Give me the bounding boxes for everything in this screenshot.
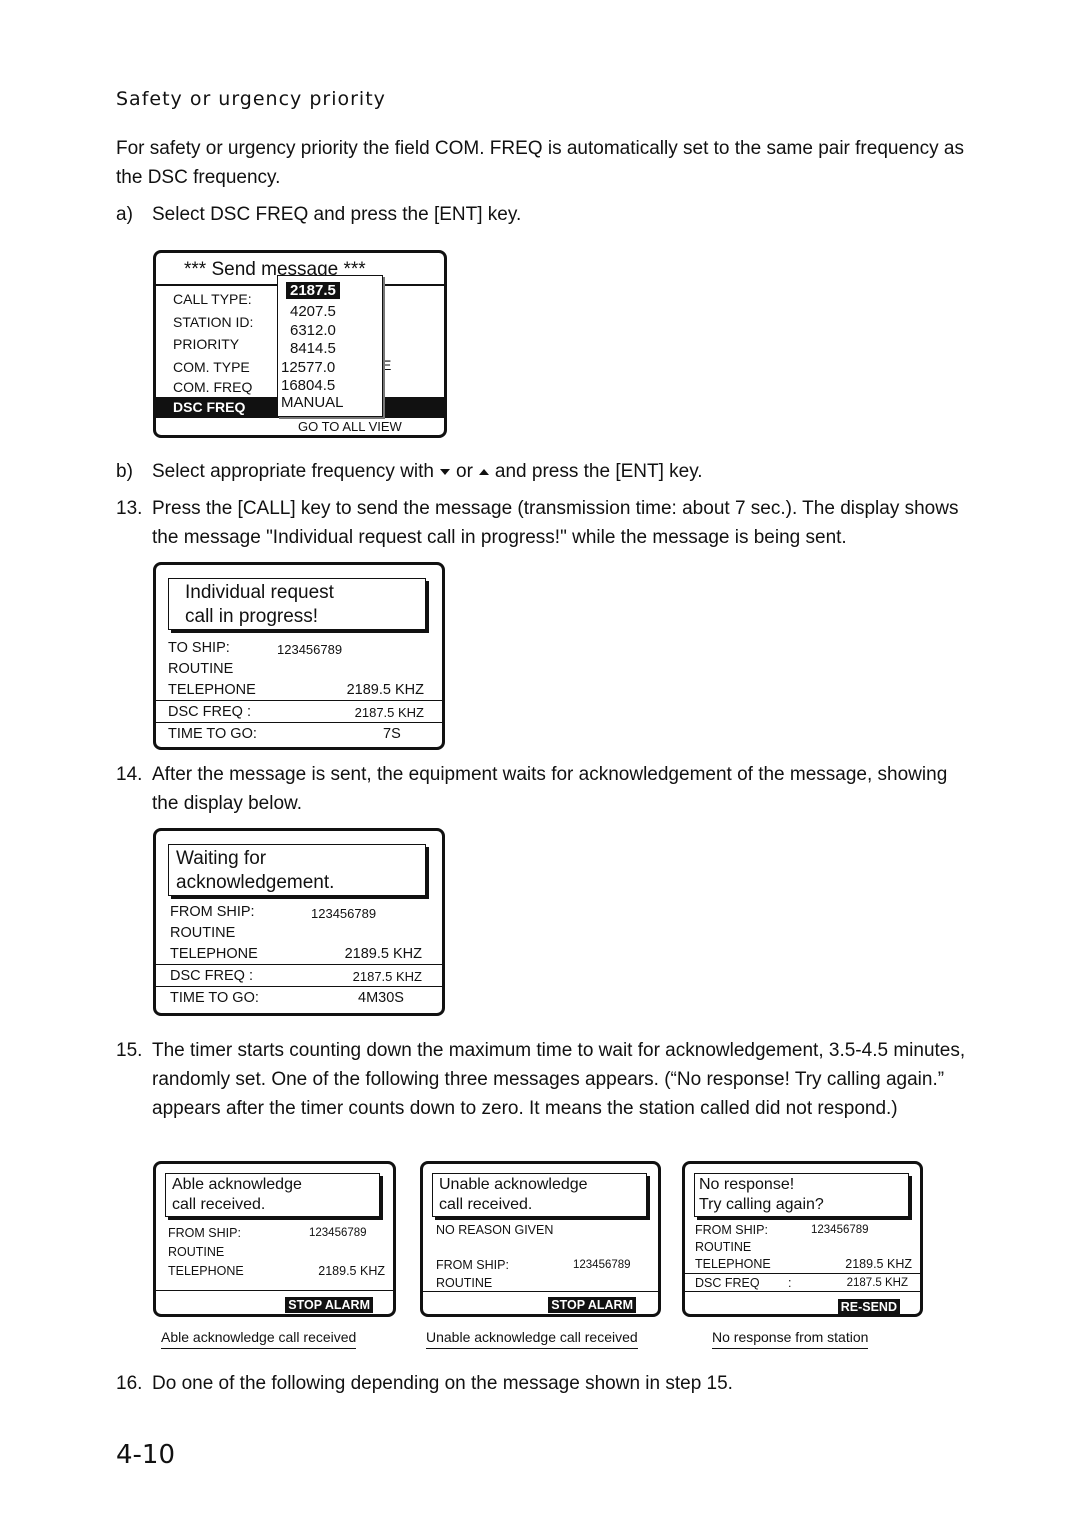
- priority: ROUTINE: [436, 1276, 493, 1290]
- caption-able: Able acknowledge call received: [161, 1329, 357, 1349]
- step-15: 15. The timer starts counting down the ma…: [116, 1036, 976, 1123]
- step-b: b) Select appropriate frequency with or and…: [116, 457, 976, 486]
- reason: NO REASON GIVEN: [436, 1223, 554, 1237]
- page-number: 4-10: [116, 1440, 176, 1470]
- field-station-id: STATION ID:: [173, 314, 254, 330]
- ship-id: 123456789: [277, 642, 343, 657]
- no-response-screen: No response! Try calling again? FROM SHIP…: [682, 1161, 923, 1317]
- step-text: Select DSC FREQ and press the [ENT] key.: [152, 204, 522, 225]
- unable-ack-screen: Unable acknowledge call received. NO REAS…: [420, 1161, 661, 1317]
- com-type: TELEPHONE: [168, 1264, 244, 1278]
- message-line: Able acknowledge: [172, 1176, 302, 1193]
- field-priority: PRIORITY: [173, 336, 240, 352]
- field-com-type: COM. TYPE: [173, 359, 250, 375]
- step-text: After the message is sent, the equipment…: [152, 764, 948, 814]
- step-number: 16.: [116, 1373, 143, 1394]
- dsc-freq-label: DSC FREQ :: [170, 968, 253, 984]
- priority: ROUTINE: [168, 1245, 225, 1259]
- com-freq: 2189.5 KHZ: [344, 946, 422, 962]
- step-label: a): [116, 204, 133, 225]
- com-freq: 2189.5 KHZ: [346, 682, 424, 698]
- dsc-freq-label: DSC FREQ: [695, 1276, 760, 1290]
- able-ack-screen: Able acknowledge call received. FROM SHIP…: [153, 1161, 396, 1317]
- message-line: Try calling again?: [699, 1196, 824, 1213]
- com-type-value-fragment: E: [382, 357, 392, 373]
- time-to-go-value: 7S: [383, 726, 401, 742]
- send-message-screen: *** Send message *** CALL TYPE: STATION …: [153, 250, 447, 438]
- step-text: and press the [ENT] key.: [494, 461, 703, 482]
- field-call-type: CALL TYPE:: [173, 291, 252, 307]
- com-freq: 2189.5 KHZ: [845, 1257, 912, 1271]
- step-text: Do one of the following depending on the…: [152, 1373, 733, 1394]
- from-ship-label: FROM SHIP:: [695, 1223, 768, 1237]
- message-line: Waiting for: [176, 848, 267, 869]
- message-line: Individual request: [185, 582, 334, 603]
- caption-unable: Unable acknowledge call received: [426, 1329, 638, 1349]
- up-arrow-icon: [478, 468, 489, 475]
- ship-id: 123456789: [309, 1227, 367, 1239]
- waiting-ack-screen: Waiting for acknowledgement. FROM SHIP: 1…: [153, 828, 445, 1016]
- time-to-go-label: TIME TO GO:: [168, 726, 257, 742]
- step-label: b): [116, 461, 133, 482]
- from-ship-label: FROM SHIP:: [436, 1258, 509, 1272]
- stop-alarm-button[interactable]: STOP ALARM: [548, 1297, 636, 1313]
- com-type: TELEPHONE: [695, 1257, 771, 1271]
- option[interactable]: MANUAL: [281, 394, 344, 411]
- ship-id: 123456789: [573, 1259, 631, 1271]
- call-in-progress-screen: Individual request call in progress! TO S…: [153, 562, 445, 750]
- com-type: TELEPHONE: [170, 946, 258, 962]
- message-line: call in progress!: [185, 606, 319, 627]
- step-text: Select appropriate frequency with: [152, 461, 434, 482]
- priority: ROUTINE: [168, 661, 234, 677]
- priority: ROUTINE: [170, 925, 236, 941]
- go-to-all-view[interactable]: GO TO ALL VIEW: [298, 419, 402, 434]
- intro-paragraph: For safety or urgency priority the field…: [116, 138, 964, 188]
- step-text: The timer starts counting down the maxim…: [152, 1040, 966, 1119]
- stop-alarm-button[interactable]: STOP ALARM: [285, 1297, 373, 1313]
- option[interactable]: 16804.5: [281, 377, 335, 394]
- step-16: 16. Do one of the following depending on …: [116, 1369, 976, 1398]
- dsc-freq-value: 2187.5 KHZ: [354, 705, 424, 720]
- ship-id: 123456789: [311, 906, 377, 921]
- priority: ROUTINE: [695, 1240, 752, 1254]
- option[interactable]: 12577.0: [281, 359, 335, 376]
- down-arrow-icon: [440, 468, 450, 475]
- option[interactable]: 6312.0: [290, 322, 336, 339]
- field-com-freq: COM. FREQ: [173, 379, 253, 395]
- step-number: 15.: [116, 1040, 143, 1061]
- ship-id: 123456789: [811, 1224, 869, 1236]
- option-selected[interactable]: 2187.5: [286, 282, 340, 299]
- dsc-freq-value: 2187.5 KHZ: [846, 1277, 908, 1289]
- re-send-button[interactable]: RE-SEND: [837, 1299, 900, 1314]
- message-line: call received.: [439, 1196, 533, 1213]
- time-to-go-label: TIME TO GO:: [170, 990, 259, 1006]
- message-line: call received.: [172, 1196, 266, 1213]
- step-number: 14.: [116, 764, 143, 785]
- section-title: Safety or urgency priority: [116, 88, 386, 110]
- dsc-freq-value: 2187.5 KHZ: [352, 969, 422, 984]
- message-line: No response!: [699, 1176, 795, 1193]
- step-14: 14. After the message is sent, the equipm…: [116, 760, 976, 818]
- dsc-freq-colon: :: [788, 1276, 792, 1290]
- from-ship-label: FROM SHIP:: [170, 904, 255, 920]
- step-13: 13. Press the [CALL] key to send the mess…: [116, 494, 976, 552]
- step-text: or: [456, 461, 473, 482]
- option[interactable]: 8414.5: [290, 340, 336, 357]
- com-freq: 2189.5 KHZ: [318, 1264, 385, 1278]
- option[interactable]: 4207.5: [290, 303, 336, 320]
- step-a: a) Select DSC FREQ and press the [ENT] ke…: [116, 200, 976, 229]
- time-to-go-value: 4M30S: [358, 990, 404, 1006]
- to-ship-label: TO SHIP:: [168, 640, 230, 656]
- message-line: acknowledgement.: [176, 872, 335, 893]
- step-number: 13.: [116, 498, 143, 519]
- step-text: Press the [CALL] key to send the message…: [152, 498, 959, 548]
- caption-no-response: No response from station: [712, 1329, 869, 1349]
- dsc-freq-label: DSC FREQ :: [168, 704, 251, 720]
- from-ship-label: FROM SHIP:: [168, 1226, 241, 1240]
- com-type: TELEPHONE: [168, 682, 256, 698]
- frequency-dropdown[interactable]: 2187.5 4207.5 6312.0 8414.5 12577.0 1680…: [277, 275, 383, 417]
- message-line: Unable acknowledge: [439, 1176, 588, 1193]
- dsc-freq-label: DSC FREQ: [173, 399, 246, 415]
